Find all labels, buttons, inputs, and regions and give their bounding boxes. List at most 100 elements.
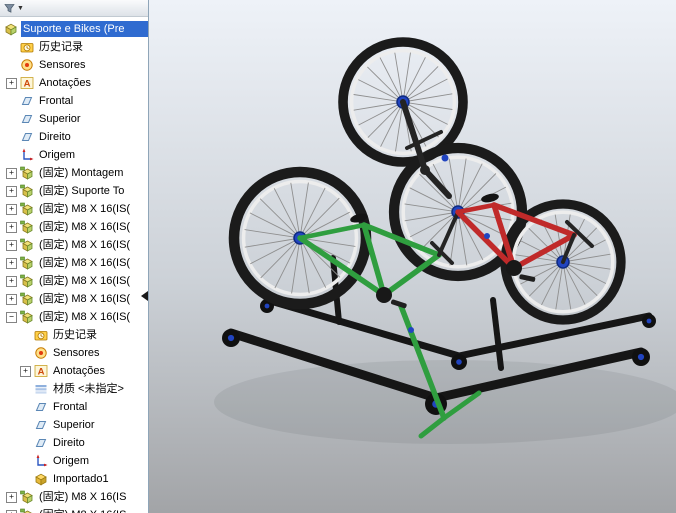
tree-row-label: (固定) M8 X 16(IS — [37, 489, 128, 505]
tree-row-label: (固定) M8 X 16(IS( — [37, 273, 132, 289]
tree-row-label: Frontal — [51, 399, 89, 415]
sensors-icon — [20, 58, 34, 72]
tree-row-label: (固定) M8 X 16(IS( — [37, 291, 132, 307]
plane-icon — [34, 400, 48, 414]
expander-spacer — [6, 150, 17, 161]
expand-plus-box[interactable]: + — [6, 258, 17, 269]
plane-icon — [34, 436, 48, 450]
collapse-minus-box[interactable]: − — [6, 312, 17, 323]
tree-row[interactable]: + (固定) M8 X 16(IS — [0, 488, 148, 506]
history-icon — [34, 328, 48, 342]
tree-row[interactable]: + (固定) M8 X 16(IS( — [0, 272, 148, 290]
expand-plus-box[interactable]: + — [6, 78, 17, 89]
tree-row[interactable]: + (固定) M8 X 16(IS( — [0, 254, 148, 272]
expander-spacer — [20, 420, 31, 431]
expand-plus-box[interactable]: + — [6, 204, 17, 215]
featuremanager-panel: ▼ Suporte e Bikes (Pre历史记录Sensores+AAnot… — [0, 0, 149, 513]
tree-row-label: 历史记录 — [51, 327, 99, 343]
tree-row-label: Frontal — [37, 93, 75, 109]
tree-row[interactable]: Frontal — [0, 92, 148, 110]
tree-row[interactable]: + (固定) M8 X 16(IS( — [0, 218, 148, 236]
tree-row[interactable]: 历史记录 — [0, 38, 148, 56]
dropdown-arrow-icon[interactable]: ▼ — [17, 5, 24, 12]
tree-row-label: (固定) M8 X 16(IS — [37, 507, 128, 513]
tree-row[interactable]: +(固定) M8 X 16(IS( — [0, 200, 148, 218]
solidworks-window: ▼ Suporte e Bikes (Pre历史记录Sensores+AAnot… — [0, 0, 676, 513]
expander-spacer — [20, 456, 31, 467]
expander-spacer — [6, 132, 17, 143]
expand-plus-box[interactable]: + — [6, 276, 17, 287]
expand-plus-box[interactable]: + — [6, 240, 17, 251]
component-icon — [20, 310, 34, 324]
expand-plus-box[interactable]: + — [6, 168, 17, 179]
expand-plus-box[interactable]: + — [6, 186, 17, 197]
component-icon — [20, 490, 34, 504]
tree-row-label: 材质 <未指定> — [51, 381, 126, 397]
tree-row[interactable]: Superior — [0, 416, 148, 434]
tree-row[interactable]: + (固定) Montagem — [0, 164, 148, 182]
expand-plus-box[interactable]: + — [6, 294, 17, 305]
component-icon — [20, 238, 34, 252]
origin-icon — [20, 148, 34, 162]
plane-icon — [20, 94, 34, 108]
expand-plus-box[interactable]: + — [6, 222, 17, 233]
panel-collapse-left-arrow-icon[interactable] — [141, 291, 148, 301]
tree-row-label: Anotações — [51, 363, 107, 379]
3d-scene — [149, 0, 676, 513]
component-icon — [20, 292, 34, 306]
component-icon — [20, 274, 34, 288]
tree-row[interactable]: Superior — [0, 110, 148, 128]
tree-row[interactable]: +(固定) Suporte To — [0, 182, 148, 200]
component-icon — [20, 220, 34, 234]
expander-spacer — [6, 114, 17, 125]
tree-row[interactable]: Sensores — [0, 344, 148, 362]
tree-row-label: Sensores — [37, 57, 87, 73]
expand-plus-box[interactable]: + — [6, 510, 17, 513]
tree-row-label: Importado1 — [51, 471, 111, 487]
tree-row-label: (固定) M8 X 16(IS( — [37, 219, 132, 235]
tree-row[interactable]: + (固定) M8 X 16(IS — [0, 506, 148, 513]
tree-row[interactable]: Sensores — [0, 56, 148, 74]
3d-viewport[interactable] — [149, 0, 676, 513]
expander-spacer — [20, 330, 31, 341]
feature-tree: Suporte e Bikes (Pre历史记录Sensores+AAnotaç… — [0, 20, 148, 513]
tree-row[interactable]: 历史记录 — [0, 326, 148, 344]
tree-row[interactable]: + (固定) M8 X 16(IS( — [0, 290, 148, 308]
component-icon — [20, 184, 34, 198]
plane-icon — [34, 418, 48, 432]
history-icon — [20, 40, 34, 54]
tree-row[interactable]: Origem — [0, 146, 148, 164]
expander-spacer — [20, 384, 31, 395]
plane-icon — [20, 112, 34, 126]
tree-row[interactable]: Suporte e Bikes (Pre — [0, 20, 148, 38]
tree-row[interactable]: − (固定) M8 X 16(IS( — [0, 308, 148, 326]
filter-funnel-icon[interactable] — [3, 2, 16, 15]
plane-icon — [20, 130, 34, 144]
tree-row-label: 历史记录 — [37, 39, 85, 55]
tree-row[interactable]: Direito — [0, 434, 148, 452]
component-icon — [20, 508, 34, 513]
tree-row-label: (固定) M8 X 16(IS( — [37, 237, 132, 253]
tree-row-label: Direito — [51, 435, 87, 451]
expand-plus-box[interactable]: + — [6, 492, 17, 503]
expand-plus-box[interactable]: + — [20, 366, 31, 377]
tree-row-label: Origem — [37, 147, 77, 163]
tree-row[interactable]: Frontal — [0, 398, 148, 416]
tree-row[interactable]: + (固定) M8 X 16(IS( — [0, 236, 148, 254]
tree-row[interactable]: 材质 <未指定> — [0, 380, 148, 398]
tree-row[interactable]: Direito — [0, 128, 148, 146]
expander-spacer — [20, 438, 31, 449]
expander-spacer — [6, 96, 17, 107]
tree-row[interactable]: + A Anotações — [0, 362, 148, 380]
component-icon — [20, 202, 34, 216]
tree-row[interactable]: Origem — [0, 452, 148, 470]
tree-row-label: (固定) M8 X 16(IS( — [37, 309, 132, 325]
expander-spacer — [6, 60, 17, 71]
origin-icon — [34, 454, 48, 468]
svg-text:A: A — [38, 367, 45, 378]
tree-row[interactable]: +AAnotações — [0, 74, 148, 92]
tree-row-label: (固定) Montagem — [37, 165, 125, 181]
tree-row-label: (固定) M8 X 16(IS( — [37, 255, 132, 271]
tree-row[interactable]: Importado1 — [0, 470, 148, 488]
expander-spacer — [20, 474, 31, 485]
